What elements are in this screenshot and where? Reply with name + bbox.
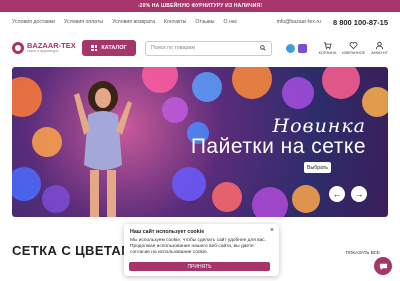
catalog-label: КАТАЛОГ xyxy=(101,45,127,51)
arrow-right-icon: → xyxy=(354,189,364,199)
carousel-prev-button[interactable]: ← xyxy=(329,186,345,202)
nav-link-payment[interactable]: Условия оплаты xyxy=(64,19,103,25)
catalog-button[interactable]: КАТАЛОГ xyxy=(82,40,136,56)
account-button[interactable]: АККАУНТ xyxy=(371,41,388,55)
sequin-decoration xyxy=(252,187,288,217)
sequin-decoration xyxy=(192,72,222,102)
promo-text: -20% НА ШВЕЙНУЮ ФУРНИТУРУ ИЗ НАЛИЧИЯ! xyxy=(137,3,263,9)
promo-bar[interactable]: -20% НА ШВЕЙНУЮ ФУРНИТУРУ ИЗ НАЛИЧИЯ! xyxy=(0,0,400,12)
viber-icon[interactable] xyxy=(298,43,307,53)
close-icon[interactable]: × xyxy=(270,227,274,234)
model-photo xyxy=(74,81,132,217)
carousel-next-button[interactable]: → xyxy=(351,186,367,202)
search-icon[interactable] xyxy=(260,45,266,51)
sequin-decoration xyxy=(162,97,188,123)
user-icon xyxy=(375,41,384,50)
search-placeholder: Поиск по товарам xyxy=(151,45,195,51)
header: BAZAAR-TEX ткани и фурнитура КАТАЛОГ Пои… xyxy=(0,32,400,64)
cookie-banner: Наш сайт использует cookie × Мы использу… xyxy=(124,224,279,276)
nav-link-delivery[interactable]: Условия доставки xyxy=(12,19,55,25)
search-input[interactable]: Поиск по товарам xyxy=(145,40,272,56)
sequin-decoration xyxy=(322,67,360,99)
sequin-decoration xyxy=(12,77,42,117)
chat-icon xyxy=(379,263,387,270)
nav-link-returns[interactable]: Условия возврата xyxy=(112,19,155,25)
telegram-icon[interactable] xyxy=(286,43,295,53)
email-link[interactable]: info@bazaar-tex.ru xyxy=(277,19,321,25)
sequin-decoration xyxy=(42,185,70,213)
hero-banner[interactable]: Новинка Пайетки на сетке Выбрать ← → xyxy=(12,67,388,217)
nav-link-about[interactable]: О нас xyxy=(223,19,237,25)
cart-button[interactable]: КОРЗИНА xyxy=(319,41,336,55)
cookie-text: Мы используем cookie, чтобы сделать сайт… xyxy=(130,238,267,256)
sequin-decoration xyxy=(292,185,320,213)
phone-link[interactable]: 8 800 100-87-15 xyxy=(333,18,388,27)
hero-title-main: Пайетки на сетке xyxy=(190,135,366,158)
nav-links: Условия доставки Условия оплаты Условия … xyxy=(12,19,237,25)
sequin-decoration xyxy=(362,87,388,117)
cart-label: КОРЗИНА xyxy=(318,51,337,55)
favorites-label: ИЗБРАННОЕ xyxy=(341,51,366,55)
sequin-decoration xyxy=(32,127,62,157)
hero-choose-button[interactable]: Выбрать xyxy=(304,162,331,173)
grid-icon xyxy=(91,45,98,51)
cookie-title: Наш сайт использует cookie xyxy=(130,229,205,235)
arrow-left-icon: ← xyxy=(332,189,342,199)
cookie-accept-button[interactable]: ПРИНЯТЬ xyxy=(129,262,270,271)
sequin-decoration xyxy=(172,167,206,201)
favorites-button[interactable]: ИЗБРАННОЕ xyxy=(341,41,366,55)
sequin-decoration xyxy=(282,77,314,109)
sequin-decoration xyxy=(142,67,178,93)
nav-link-reviews[interactable]: Отзывы xyxy=(195,19,214,25)
section-title: СЕТКА С ЦВЕТАМИ xyxy=(12,243,143,258)
top-nav: Условия доставки Условия оплаты Условия … xyxy=(0,12,400,32)
hero-title-script: Новинка xyxy=(272,115,366,137)
chat-button[interactable] xyxy=(374,257,392,275)
sequin-decoration xyxy=(12,167,41,201)
logo[interactable]: BAZAAR-TEX ткани и фурнитура xyxy=(12,42,82,54)
logo-subtitle: ткани и фурнитура xyxy=(27,48,59,53)
show-all-link[interactable]: ПОКАЗАТЬ ВСЕ xyxy=(346,250,380,255)
heart-icon xyxy=(349,42,358,50)
nav-link-contacts[interactable]: Контакты xyxy=(164,19,186,25)
sequin-decoration xyxy=(212,182,242,212)
logo-mark-icon xyxy=(12,42,24,54)
account-label: АККАУНТ xyxy=(371,51,388,55)
sequin-decoration xyxy=(232,67,272,99)
cart-icon xyxy=(323,42,332,50)
